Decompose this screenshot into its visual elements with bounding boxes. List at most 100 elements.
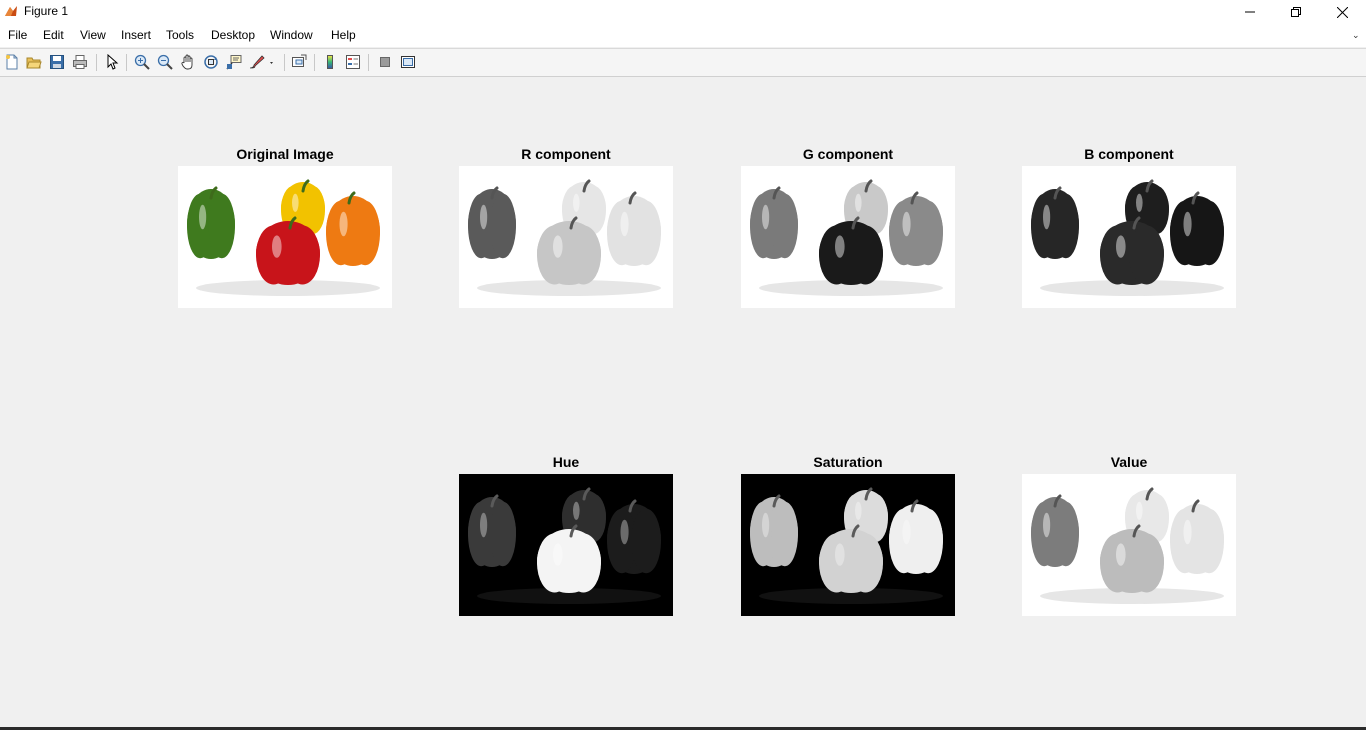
window-title: Figure 1 [24,4,69,18]
pepper-highlight [620,519,629,545]
minimize-button[interactable] [1227,0,1273,24]
save-button[interactable] [48,53,66,71]
toolbar-separator [368,54,369,71]
brush-icon [249,55,273,69]
menu-desktop[interactable]: Desktop [211,28,255,42]
menu-insert[interactable]: Insert [121,28,151,42]
zoom-in-button[interactable] [133,53,151,71]
pepper-lobe [631,508,661,574]
pepper-highlight [480,204,488,230]
pepper-lobe [1128,533,1164,593]
pepper-image [1022,166,1236,308]
pepper-highlight [902,211,911,237]
pepper-lobe [208,193,235,259]
menu-edit[interactable]: Edit [43,28,64,42]
pepper-highlight [835,235,845,258]
pepper-highlight [1183,519,1192,545]
show-plot-tools-button[interactable] [399,53,417,71]
link-plot-button[interactable] [290,53,308,71]
pepper-image [741,474,955,616]
pepper-highlight [855,193,862,212]
restore-button[interactable] [1273,0,1319,24]
matlab-logo-icon [5,6,17,16]
pepper-highlight [835,543,845,566]
title-bar: Figure 1 [0,0,1366,24]
menu-view[interactable]: View [80,28,106,42]
pan-button[interactable] [179,53,197,71]
pepper-lobe [489,501,516,567]
pepper-lobe [771,193,798,259]
pepper-highlight [199,204,207,230]
pepper-image [1022,474,1236,616]
pepper-lobe [565,225,601,285]
hide-plot-tools-button[interactable] [376,53,394,71]
axes-title-hue: Hue [552,454,580,470]
axes-title-value: Value [1110,454,1148,470]
pepper-highlight [1136,501,1143,520]
pepper-highlight [620,211,629,237]
minimize-icon [1245,11,1255,13]
pepper-highlight [480,512,488,538]
axes-title-original-image: Original Image [236,146,334,162]
pepper-highlight [1183,211,1192,237]
data-cursor-icon [226,55,242,70]
menu-tools[interactable]: Tools [166,28,194,42]
pepper-lobe [284,225,320,285]
pepper-highlight [553,543,563,566]
rotate-3d-button[interactable] [202,53,220,71]
link-plot-icon [292,54,307,67]
print-button[interactable] [71,53,89,71]
axes-image-g-component[interactable] [741,166,955,308]
axes-image-b-component[interactable] [1022,166,1236,308]
edit-plot-button[interactable] [103,53,121,71]
zoom-out-button[interactable] [156,53,174,71]
axes-image-original[interactable] [178,166,392,308]
zoom-out-icon [157,54,173,70]
pepper-highlight [902,519,911,545]
pepper-highlight [573,501,580,520]
pepper-highlight [553,235,563,258]
axes-title-b-component: B component [1084,146,1174,162]
menu-window[interactable]: Window [270,28,313,42]
axes-image-hue[interactable] [459,474,673,616]
pepper-highlight [1043,512,1051,538]
close-icon [1336,6,1348,18]
axes-image-value[interactable] [1022,474,1236,616]
new-figure-icon [6,54,18,70]
brush-button[interactable] [248,53,276,71]
pepper-lobe [1128,225,1164,285]
pepper-lobe [1194,508,1224,574]
show-plot-tools-icon [401,56,415,68]
pepper-lobe [350,200,380,266]
pepper-lobe [913,508,943,574]
pepper-lobe [1194,200,1224,266]
close-button[interactable] [1319,0,1365,24]
data-cursor-button[interactable] [225,53,243,71]
pepper-lobe [565,533,601,593]
axes-image-saturation[interactable] [741,474,955,616]
menu-bar: File Edit View Insert Tools Desktop Wind… [0,24,1366,47]
toolbar-separator [284,54,285,71]
axes-title-g-component: G component [802,146,894,162]
menu-help[interactable]: Help [331,28,356,42]
menu-overflow-icon[interactable]: ⌄ [1352,30,1360,41]
insert-legend-button[interactable] [344,53,362,71]
pepper-highlight [292,193,299,212]
print-icon [73,55,87,69]
pepper-image [178,166,392,308]
pepper-image [459,474,673,616]
figure-toolbar [0,48,1366,77]
insert-colorbar-button[interactable] [321,53,339,71]
pepper-lobe [489,193,516,259]
open-file-icon [26,57,42,69]
pepper-lobe [847,225,883,285]
pepper-highlight [1136,193,1143,212]
menu-file[interactable]: File [8,28,27,42]
restore-icon [1291,7,1301,17]
pepper-highlight [1043,204,1051,230]
new-figure-button[interactable] [3,53,21,71]
axes-image-r-component[interactable] [459,166,673,308]
open-file-button[interactable] [25,53,43,71]
rotate-3d-icon [204,55,218,69]
toolbar-separator [126,54,127,71]
